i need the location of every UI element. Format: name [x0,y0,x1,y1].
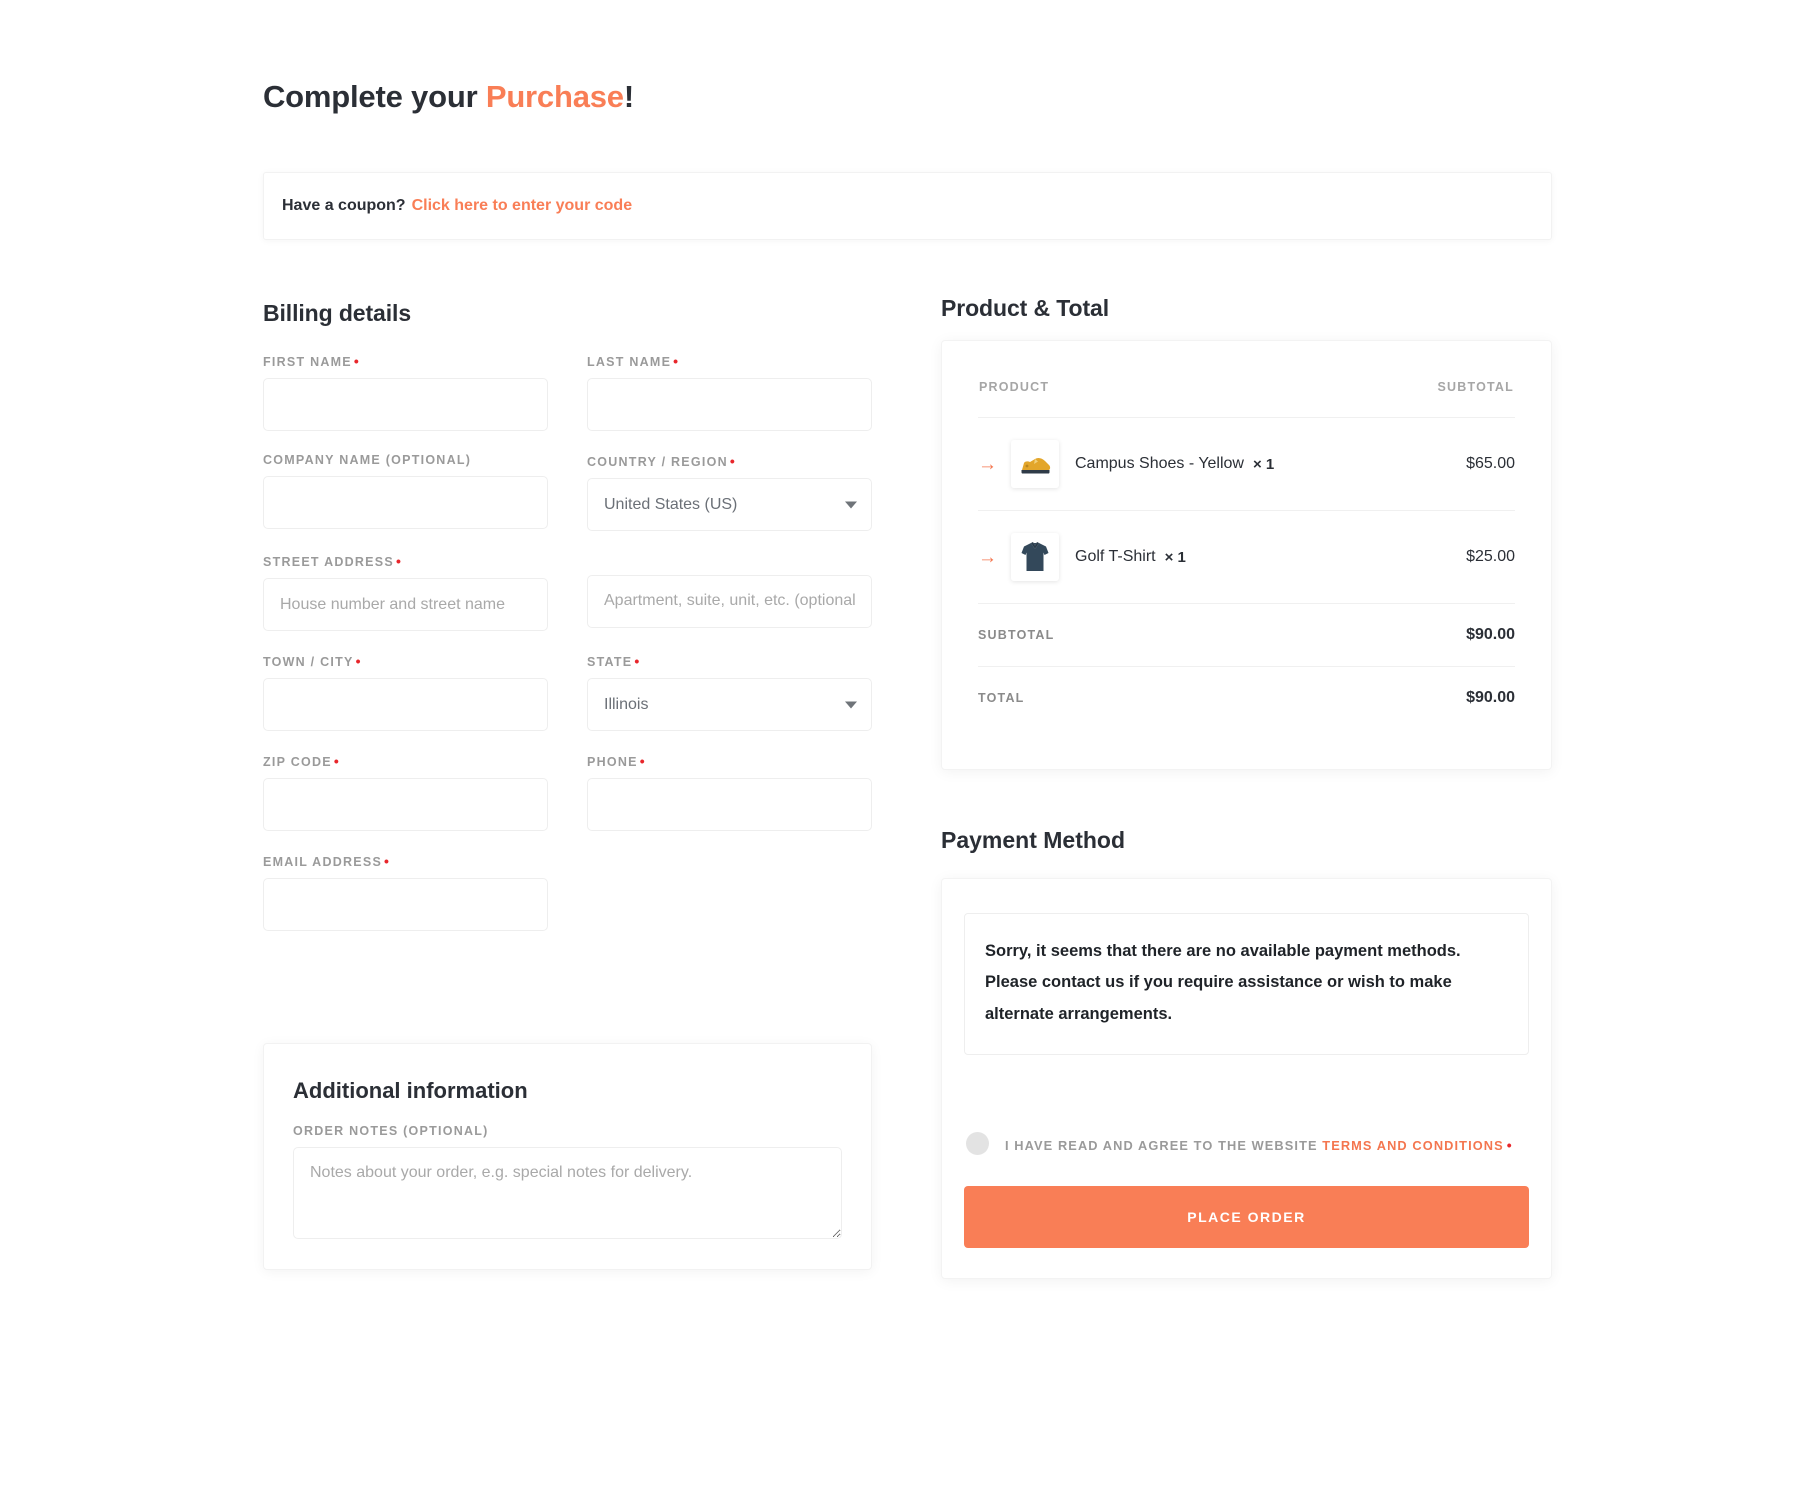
required-marker: • [639,753,646,769]
order-summary-table: Product Subtotal → [978,379,1515,729]
field-zip-code: ZIP Code • [263,753,548,831]
company-name-label: Company name (optional) [263,453,472,467]
first-name-input[interactable] [263,378,548,431]
terms-and-conditions-link[interactable]: terms and conditions [1322,1138,1504,1153]
street-address-label: Street address • [263,553,403,569]
address-line2-label-spacer [587,553,872,575]
order-table-body: → Campus Shoes - Yellow × 1 $65.00 → Gol… [978,417,1515,730]
required-marker: • [353,353,361,369]
field-company-name: Company name (optional) [263,453,548,531]
required-marker: • [333,753,340,769]
page-title-suffix: ! [623,78,634,114]
state-select[interactable]: Illinois [587,678,872,731]
billing-title: Billing details [263,300,412,326]
country-selected-value: United States (US) [604,495,738,513]
order-table-head: Product Subtotal [978,379,1515,418]
place-order-button[interactable]: Place order [964,1186,1529,1249]
order-column: Product & Total Product Subtotal → [941,295,1552,1280]
town-city-label: Town / City • [263,653,362,669]
payment-method-card: Sorry, it seems that there are no availa… [941,878,1552,1280]
coupon-bar: Have a coupon? Click here to enter your … [263,172,1552,240]
order-notes-label: Order notes (optional) [293,1124,489,1138]
coupon-question: Have a coupon? [282,197,406,214]
column-header-product: Product [978,379,1403,418]
field-address-line2 [587,553,872,631]
email-address-label: Email address • [263,853,391,869]
town-city-input[interactable] [263,678,548,731]
email-address-input[interactable] [263,878,548,931]
arrow-right-icon: → [978,546,997,568]
terms-checkbox[interactable] [966,1132,989,1156]
product-subtotal: $65.00 [1402,417,1515,511]
state-label: State • [587,653,641,669]
required-marker: • [673,353,680,369]
billing-form: First name • Last name • Company name (opt… [263,353,883,953]
product-quantity: × 1 [1252,455,1275,473]
total-value: $90.00 [1466,689,1515,706]
terms-text: I have read and agree to the website ter… [1005,1131,1513,1159]
product-subtotal: $25.00 [1402,510,1515,604]
page-title: Complete your Purchase! [263,79,634,115]
field-town-city: Town / City • [263,653,548,731]
total-label: Total [978,691,1025,705]
required-marker: • [395,553,403,569]
no-payment-methods-notice: Sorry, it seems that there are no availa… [964,913,1529,1056]
product-name: Golf T-Shirt [1075,548,1156,565]
required-marker: • [384,853,391,869]
page-title-prefix: Complete your [263,78,486,114]
field-street-address: Street address • [263,553,548,631]
field-phone: Phone • [587,753,872,831]
street-address-input[interactable] [263,578,548,631]
order-notes-textarea[interactable] [293,1147,842,1239]
state-selected-value: Illinois [604,695,649,713]
country-label: Country / Region • [587,453,736,469]
first-name-label: First name • [263,353,361,369]
arrow-right-icon: → [978,453,997,475]
billing-column: Billing details First name • Last name • C… [263,300,883,953]
field-state: State • Illinois [587,653,872,731]
table-row: → Golf T-Shirt × 1 $25.00 [978,510,1515,604]
country-select[interactable]: United States (US) [587,478,872,531]
phone-input[interactable] [587,778,872,831]
required-marker: • [1506,1137,1513,1154]
additional-information-card: Additional information Order notes (opti… [263,1043,872,1270]
table-row: → Campus Shoes - Yellow × 1 $65.00 [978,417,1515,511]
product-quantity: × 1 [1164,548,1186,566]
shoe-thumbnail-icon [1011,440,1059,488]
required-marker: • [634,653,641,669]
additional-information-title: Additional information [293,1078,528,1103]
checkout-page: Complete your Purchase! Have a coupon? C… [0,0,1800,1489]
payment-method-title: Payment Method [941,827,1126,853]
zip-code-input[interactable] [263,778,548,831]
column-header-subtotal: Subtotal [1402,379,1515,418]
subtotal-row: Subtotal $90.00 [978,603,1515,667]
required-marker: • [355,653,362,669]
product-name: Campus Shoes - Yellow [1075,455,1244,472]
product-cell: → Golf T-Shirt × 1 [978,510,1403,604]
terms-prefix: I have read and agree to the website [1005,1138,1323,1154]
last-name-label: Last name • [587,353,680,369]
zip-code-label: ZIP Code • [263,753,340,769]
required-marker: • [729,453,736,469]
company-name-input[interactable] [263,476,548,529]
order-summary-card: Product Subtotal → [941,340,1552,770]
order-table-header-row: Product Subtotal [978,379,1515,418]
total-row: Total $90.00 [978,667,1515,730]
product-cell: → Campus Shoes - Yellow × 1 [978,417,1403,511]
coupon-link[interactable]: Click here to enter your code [412,197,633,215]
tshirt-thumbnail-icon [1011,533,1059,581]
field-first-name: First name • [263,353,548,431]
subtotal-value: $90.00 [1402,603,1515,667]
terms-agreement-row: I have read and agree to the website ter… [964,1131,1529,1159]
product-total-title: Product & Total [941,295,1110,321]
address-line2-input[interactable] [587,574,872,628]
phone-label: Phone • [587,753,646,769]
last-name-input[interactable] [587,378,872,431]
page-title-accent: Purchase [485,78,624,114]
field-last-name: Last name • [587,353,872,431]
field-email-address: Email address • [263,853,548,931]
field-country: Country / Region • United States (US) [587,453,872,531]
subtotal-label: Subtotal [978,603,1403,667]
